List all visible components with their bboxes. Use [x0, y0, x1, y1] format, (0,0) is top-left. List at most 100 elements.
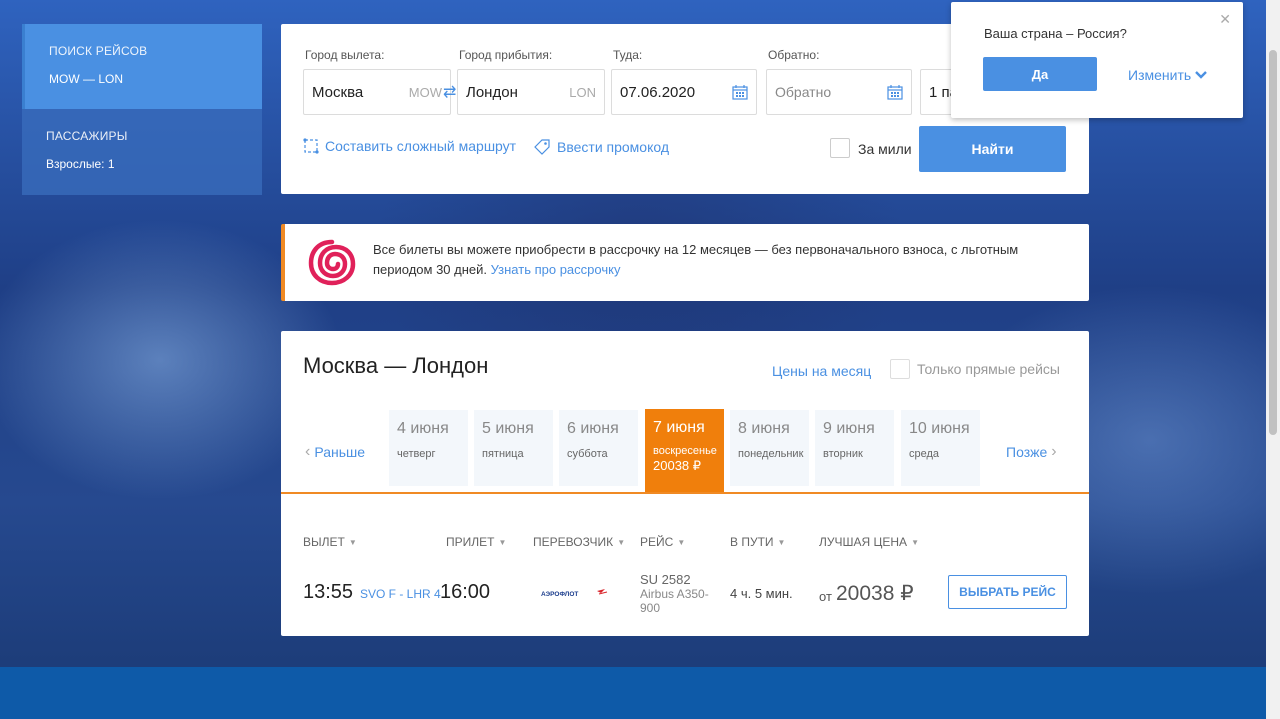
sort-caret-icon: ▼ [617, 537, 626, 547]
aircraft: Airbus A350-900 [640, 587, 709, 615]
month-prices-link[interactable]: Цены на месяц [772, 363, 871, 379]
col-duration-label: В пути [730, 535, 774, 549]
date-label: 6 июня [567, 420, 619, 437]
depart-label: Туда: [613, 48, 643, 62]
next-dates-button[interactable]: Позже › [1006, 443, 1057, 461]
sidebar-item-search[interactable]: Поиск рейсов MOW — LON [22, 24, 262, 109]
prev-dates-label: Раньше [314, 444, 366, 460]
close-icon[interactable]: ✕ [1219, 11, 1231, 28]
promo-link[interactable]: Ввести промокод [533, 138, 669, 156]
col-flight[interactable]: Рейс ▼ [640, 535, 685, 549]
date-label: 7 июня [653, 419, 705, 436]
results-title: Москва — Лондон [303, 353, 489, 378]
col-best-price-label: Лучшая цена [819, 535, 908, 549]
installment-message: Все билеты вы можете приобрести в рассро… [373, 242, 1019, 277]
promo-label: Ввести промокод [557, 139, 670, 155]
installment-link[interactable]: Узнать про рассрочку [491, 262, 621, 277]
date-cell[interactable]: 10 июня среда [901, 410, 980, 486]
sort-caret-icon: ▼ [348, 537, 357, 547]
sort-caret-icon: ▼ [777, 537, 786, 547]
date-cell[interactable]: 4 июня четверг [389, 410, 468, 486]
installment-banner: Все билеты вы можете приобрести в рассро… [281, 224, 1089, 301]
col-carrier-label: Перевозчик [533, 535, 614, 549]
weekday-label: вторник [823, 448, 863, 460]
find-button[interactable]: Найти [919, 126, 1066, 172]
date-cell-selected[interactable]: 7 июня воскресенье 20038 ₽ [645, 409, 724, 493]
route-codes: SVO F - LHR 4 [360, 587, 441, 601]
col-departure[interactable]: Вылет ▼ [303, 535, 357, 549]
col-best-price[interactable]: Лучшая цена ▼ [819, 535, 919, 549]
flight-price: 20038 ₽ [836, 582, 914, 605]
country-question: Ваша страна – Россия? [984, 26, 1127, 41]
date-price: 20038 ₽ [653, 458, 702, 473]
weekday-label: воскресенье [653, 445, 717, 457]
to-code: LON [569, 84, 596, 100]
change-country-link[interactable]: Изменить [1128, 67, 1208, 83]
from-label: Город вылета: [305, 48, 385, 62]
complex-route-label: Составить сложный маршрут [325, 138, 517, 154]
select-flight-button[interactable]: Выбрать рейс [948, 575, 1067, 609]
to-label: Город прибытия: [459, 48, 553, 62]
prev-dates-button[interactable]: ‹ Раньше [305, 443, 365, 461]
chevron-down-icon [1195, 71, 1208, 79]
return-date-placeholder: Обратно [775, 84, 832, 100]
from-value: Москва [312, 83, 364, 101]
sidebar-passengers-title: Пассажиры [46, 129, 128, 143]
sort-caret-icon: ▼ [911, 537, 919, 547]
tag-icon [534, 139, 550, 155]
arr-time: 16:00 [440, 581, 491, 603]
col-arrival-label: Прилет [446, 535, 495, 549]
next-dates-label: Позже [1006, 444, 1048, 460]
sidebar-search-title: Поиск рейсов [49, 44, 148, 58]
carrier-logo-text: АЭРОФЛОТ [541, 591, 578, 598]
scrollbar-thumb[interactable] [1269, 50, 1277, 435]
sidebar-passengers-count: Взрослые: 1 [46, 157, 115, 171]
carrier-logo: АЭРОФЛОТ [541, 589, 608, 598]
col-carrier[interactable]: Перевозчик ▼ [533, 535, 625, 549]
country-popup: ✕ Ваша страна – Россия? Да Изменить [951, 2, 1243, 118]
price-prefix: от [819, 589, 832, 604]
date-cell[interactable]: 8 июня понедельник [730, 410, 809, 486]
miles-checkbox[interactable] [830, 138, 850, 158]
sort-caret-icon: ▼ [677, 537, 686, 547]
return-date-field[interactable]: Обратно [766, 69, 912, 115]
flight-duration: 4 ч. 5 мин. [730, 586, 793, 601]
results-panel: Москва — Лондон Цены на месяц Только пря… [281, 331, 1089, 636]
weekday-label: среда [909, 448, 940, 460]
col-flight-label: Рейс [640, 535, 674, 549]
date-cell[interactable]: 9 июня вторник [815, 410, 894, 486]
to-value: Лондон [466, 83, 518, 101]
date-cell[interactable]: 6 июня суббота [559, 410, 638, 486]
date-label: 8 июня [738, 420, 790, 437]
confirm-country-button[interactable]: Да [983, 57, 1097, 91]
from-field[interactable]: Москва MOW [303, 69, 451, 115]
depart-date-field[interactable]: 07.06.2020 [611, 69, 757, 115]
date-label: 4 июня [397, 420, 449, 437]
sort-caret-icon: ▼ [498, 537, 507, 547]
calendar-icon[interactable] [887, 84, 903, 100]
return-label: Обратно: [768, 48, 820, 62]
installment-logo-icon [308, 239, 356, 286]
calendar-icon[interactable] [732, 84, 748, 100]
sidebar: Поиск рейсов MOW — LON Пассажиры Взрослы… [22, 24, 262, 195]
direct-only-checkbox[interactable] [890, 359, 910, 379]
direct-only-label: Только прямые рейсы [917, 361, 1060, 377]
depart-date-value: 07.06.2020 [620, 83, 696, 101]
complex-route-link[interactable]: Составить сложный маршрут [303, 138, 516, 154]
weekday-label: пятница [482, 448, 524, 460]
date-label: 5 июня [482, 420, 534, 437]
change-country-label: Изменить [1128, 67, 1192, 83]
to-field[interactable]: Лондон LON [457, 69, 605, 115]
page-scrollbar[interactable] [1266, 0, 1280, 719]
chevron-right-icon: › [1051, 443, 1057, 460]
col-arrival[interactable]: Прилет ▼ [446, 535, 506, 549]
footer-band [0, 667, 1266, 719]
date-cell[interactable]: 5 июня пятница [474, 410, 553, 486]
from-code: MOW [408, 84, 442, 100]
miles-label: За мили [858, 141, 912, 157]
sidebar-item-passengers[interactable]: Пассажиры Взрослые: 1 [22, 109, 262, 195]
swap-icon[interactable]: ⇄ [443, 82, 456, 102]
col-duration[interactable]: В пути ▼ [730, 535, 785, 549]
installment-text: Все билеты вы можете приобрести в рассро… [373, 240, 1063, 280]
chevron-left-icon: ‹ [305, 443, 311, 460]
